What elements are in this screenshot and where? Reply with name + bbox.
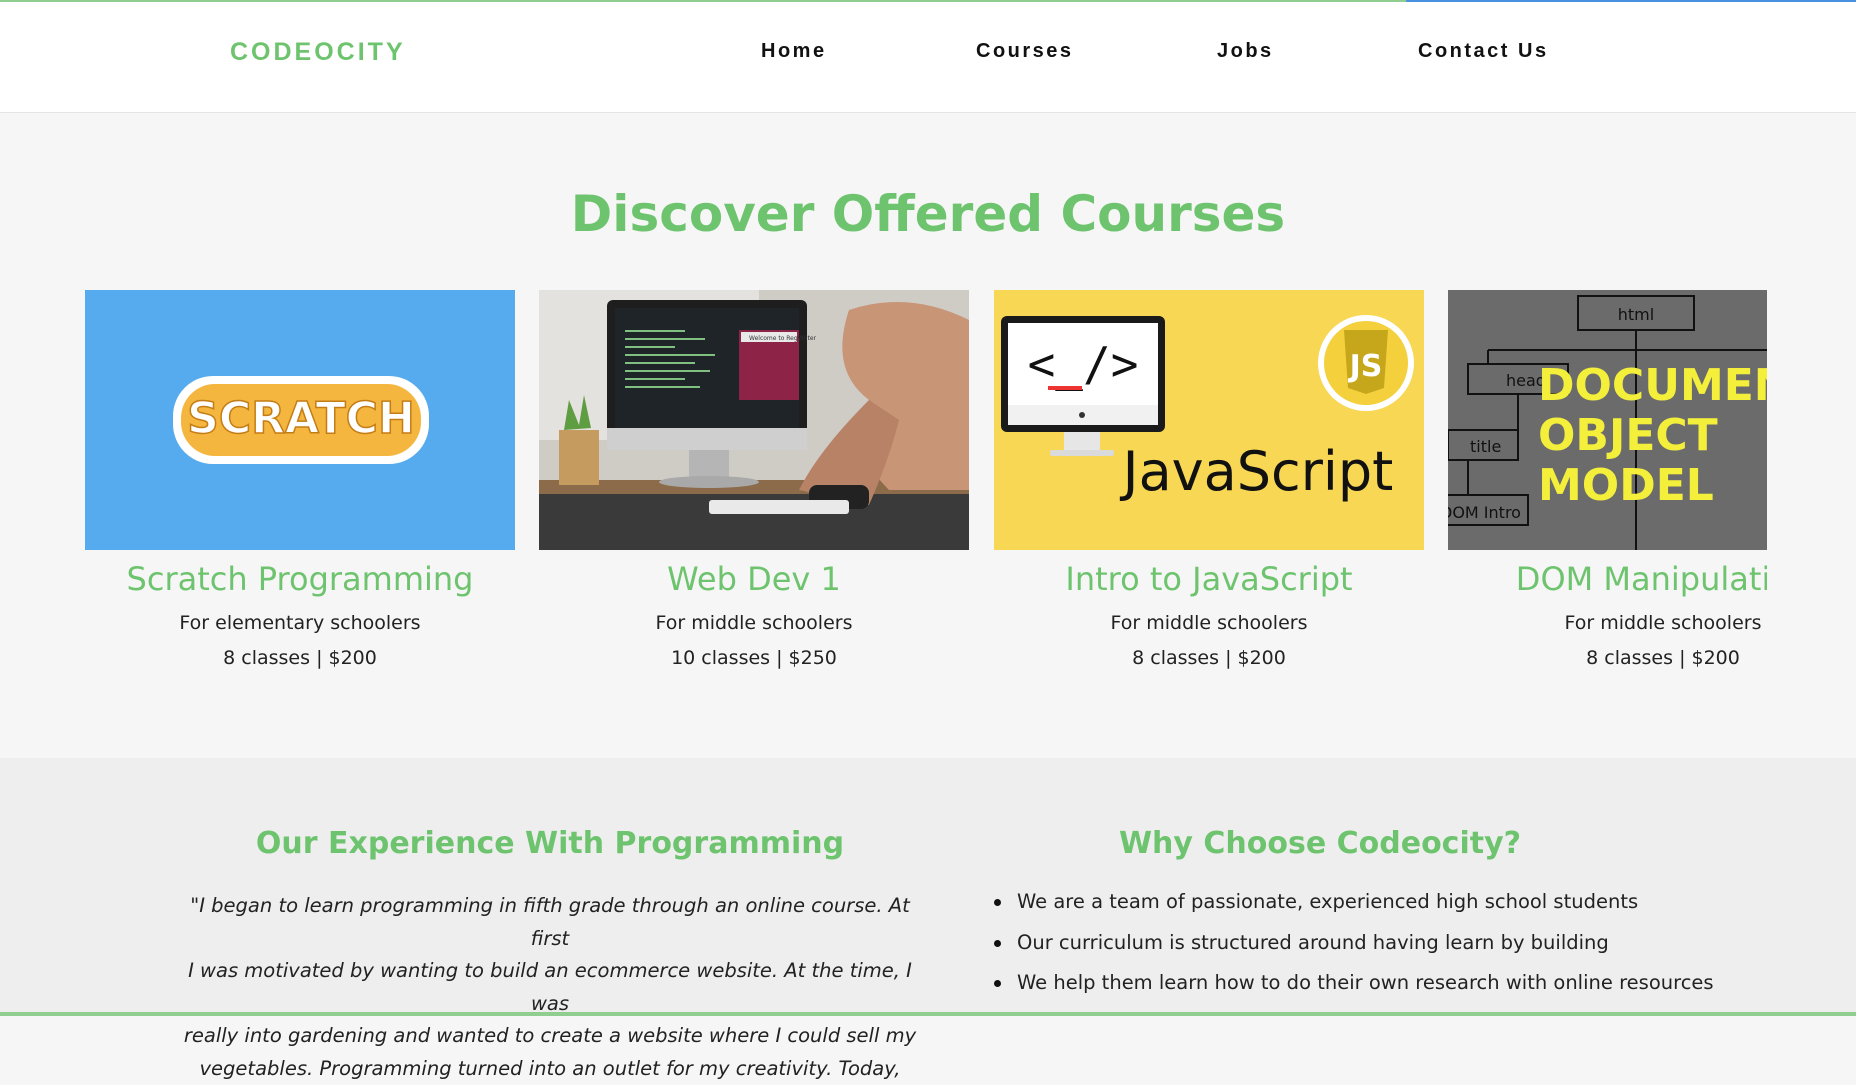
info-section: Our Experience With Programming "I began… <box>0 758 1856 1016</box>
course-carousel[interactable]: SCRATCH Scratch Programming For elementa… <box>85 290 1767 675</box>
tree-label-dom-intro: DOM Intro <box>1448 503 1521 522</box>
nav-home[interactable]: Home <box>761 40 827 63</box>
screen-text: Welcome to RegWriter <box>749 335 817 342</box>
tree-label-html: html <box>1618 305 1654 324</box>
person-at-computer-image: Welcome to RegWriter <box>539 290 969 550</box>
list-item: We are a team of passionate, experienced… <box>1017 888 1714 929</box>
course-name[interactable]: Intro to JavaScript <box>974 560 1444 598</box>
course-name[interactable]: DOM Manipulation <box>1428 560 1767 598</box>
list-item-text: Our curriculum is structured around havi… <box>1017 931 1609 954</box>
course-price: 8 classes | $200 <box>1448 647 1767 669</box>
list-item-text: We help them learn how to do their own r… <box>1017 971 1714 994</box>
course-price: 8 classes | $200 <box>994 647 1424 669</box>
experience-title: Our Experience With Programming <box>170 826 930 861</box>
courses-section: Discover Offered Courses SCRATCH Scratch… <box>0 113 1856 758</box>
quote-line: "I began to learn programming in fifth g… <box>170 890 930 955</box>
scratch-logo-image: SCRATCH <box>85 290 515 550</box>
list-item-text: We are a team of passionate, experienced… <box>1017 890 1638 913</box>
site-header: CODEOCITY Home Courses Jobs Contact Us <box>0 2 1856 113</box>
scratch-logo-text: SCRATCH <box>187 393 415 444</box>
nav-jobs[interactable]: Jobs <box>1217 40 1274 63</box>
course-card[interactable]: SCRATCH Scratch Programming For elementa… <box>85 290 515 675</box>
course-card[interactable]: <_/> JS JavaScript Intro to JavaScript F… <box>994 290 1424 675</box>
svg-text:OBJECT: OBJECT <box>1538 410 1718 461</box>
nav-courses[interactable]: Courses <box>976 40 1074 63</box>
js-badge-icon: JS <box>1348 349 1383 384</box>
course-price: 10 classes | $250 <box>539 647 969 669</box>
course-audience: For middle schoolers <box>539 612 969 634</box>
logo[interactable]: CODEOCITY <box>230 38 406 67</box>
dom-tree-image: html head title DOM Intro DOCUMENT OBJEC… <box>1448 290 1767 550</box>
course-name[interactable]: Web Dev 1 <box>519 560 989 598</box>
why-title: Why Choose Codeocity? <box>1000 826 1640 861</box>
svg-text:MODEL: MODEL <box>1538 460 1714 511</box>
bullet-icon <box>994 980 1001 987</box>
course-audience: For elementary schoolers <box>85 612 515 634</box>
javascript-image: <_/> JS JavaScript <box>994 290 1424 550</box>
bullet-icon <box>994 899 1001 906</box>
svg-text:DOCUMENT: DOCUMENT <box>1538 360 1767 411</box>
code-glyph-icon: <_/> <box>1028 337 1139 391</box>
course-price: 8 classes | $200 <box>85 647 515 669</box>
dom-title-text: DOCUMENT OBJECT MODEL <box>1538 360 1767 511</box>
why-list: We are a team of passionate, experienced… <box>1017 888 1714 1010</box>
bullet-icon <box>994 940 1001 947</box>
section-title: Discover Offered Courses <box>0 185 1856 243</box>
list-item: Our curriculum is structured around havi… <box>1017 929 1714 970</box>
bottom-accent-line <box>0 1012 1856 1016</box>
javascript-image-text: JavaScript <box>1120 440 1394 503</box>
tree-label-title: title <box>1470 437 1501 456</box>
experience-quote: "I began to learn programming in fifth g… <box>170 890 930 1085</box>
quote-line: vegetables. Programming turned into an o… <box>170 1053 930 1085</box>
course-audience: For middle schoolers <box>1448 612 1767 634</box>
course-name[interactable]: Scratch Programming <box>85 560 535 598</box>
course-audience: For middle schoolers <box>994 612 1424 634</box>
course-card[interactable]: html head title DOM Intro DOCUMENT OBJEC… <box>1448 290 1767 675</box>
quote-line: really into gardening and wanted to crea… <box>170 1020 930 1053</box>
course-card[interactable]: Welcome to RegWriter <box>539 290 969 675</box>
list-item: We help them learn how to do their own r… <box>1017 969 1714 1010</box>
quote-line: I was motivated by wanting to build an e… <box>170 955 930 1020</box>
nav-contact-us[interactable]: Contact Us <box>1418 40 1549 63</box>
